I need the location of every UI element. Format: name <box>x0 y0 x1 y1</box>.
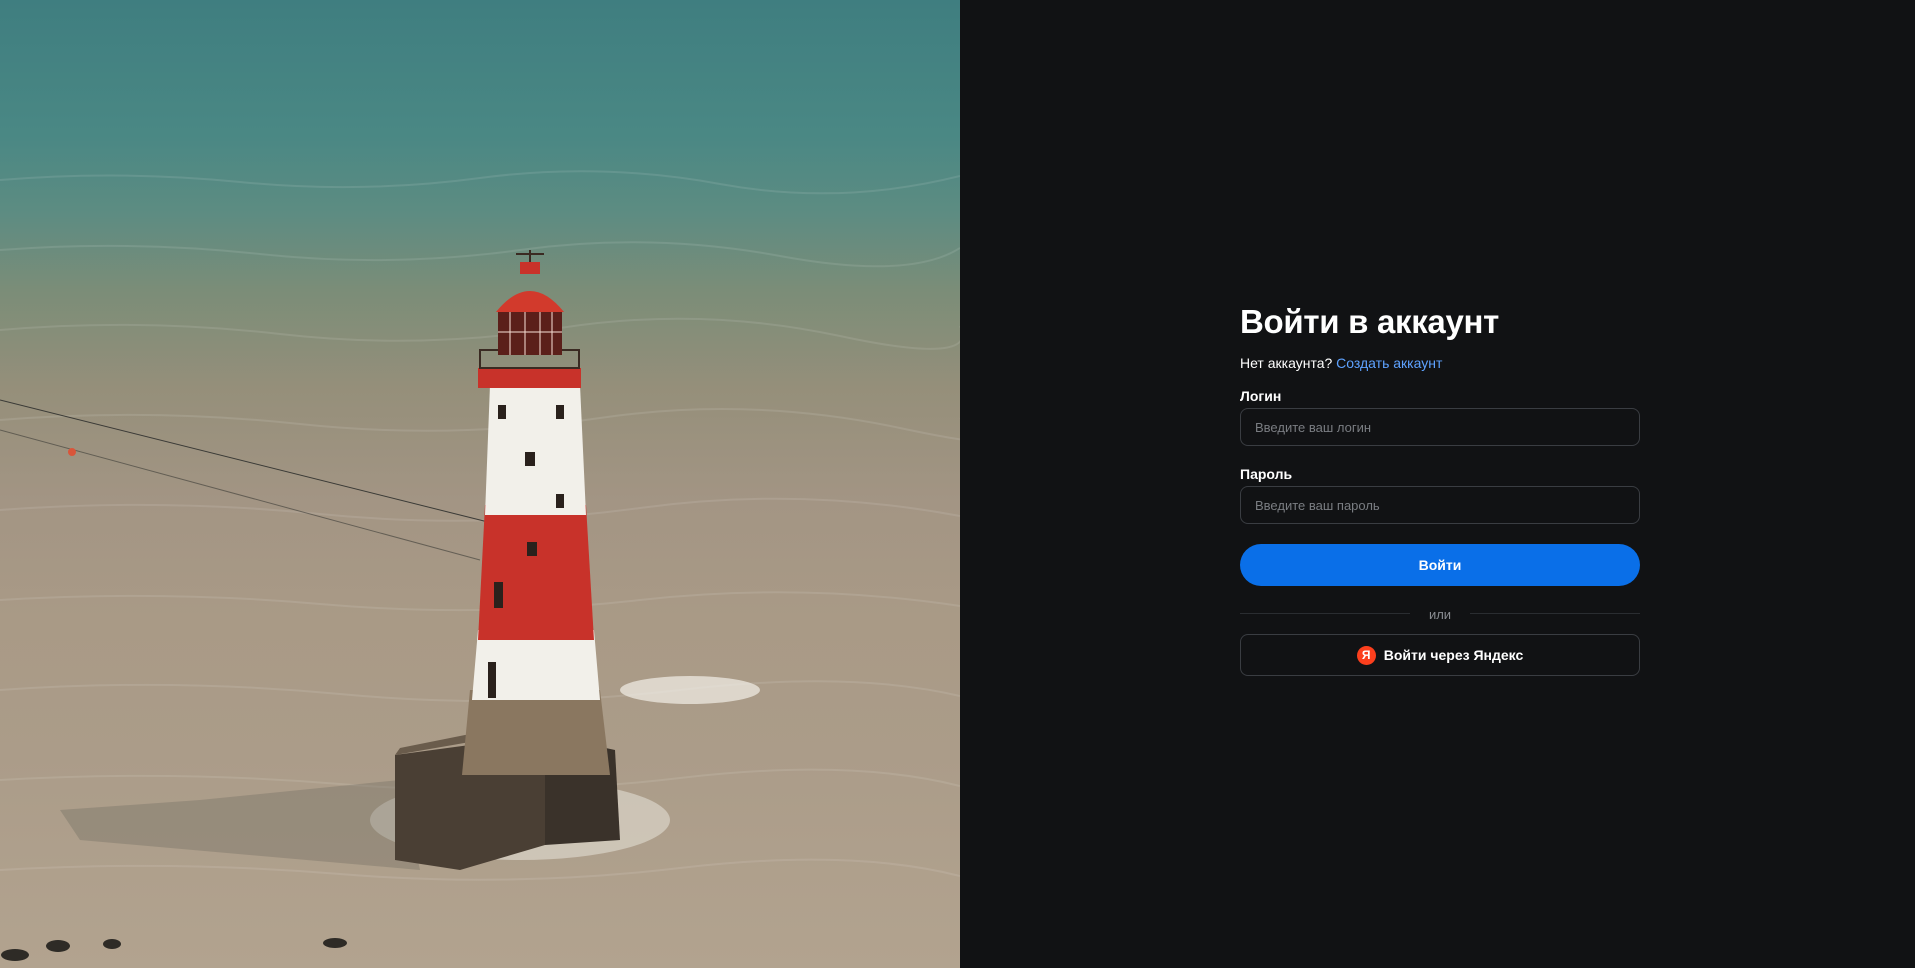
no-account-text: Нет аккаунта? <box>1240 355 1333 371</box>
yandex-login-label: Войти через Яндекс <box>1383 647 1524 663</box>
login-input[interactable] <box>1240 408 1640 446</box>
password-label: Пароль <box>1240 466 1293 482</box>
login-form: Войти в аккаунт Нет аккаунта? Создать ак… <box>1240 302 1640 676</box>
password-input[interactable] <box>1240 486 1640 524</box>
signup-prompt: Нет аккаунта? Создать аккаунт <box>1240 353 1640 373</box>
divider-line-right <box>1470 613 1640 614</box>
or-divider: или <box>1240 606 1640 622</box>
login-label: Логин <box>1240 388 1282 404</box>
login-panel: Войти в аккаунт Нет аккаунта? Создать ак… <box>960 0 1915 968</box>
page-title: Войти в аккаунт <box>1240 303 1500 340</box>
yandex-logo-icon: Я <box>1356 645 1376 665</box>
create-account-link[interactable]: Создать аккаунт <box>1336 355 1442 371</box>
lighthouse-illustration <box>0 170 960 961</box>
lighthouse-photo <box>0 0 960 968</box>
divider-line-left <box>1240 613 1410 614</box>
yandex-login-button[interactable]: Я Войти через Яндекс <box>1240 634 1640 676</box>
login-page: Войти в аккаунт Нет аккаунта? Создать ак… <box>0 0 1915 968</box>
login-submit-button[interactable]: Войти <box>1240 544 1640 586</box>
divider-text: или <box>1428 607 1452 622</box>
